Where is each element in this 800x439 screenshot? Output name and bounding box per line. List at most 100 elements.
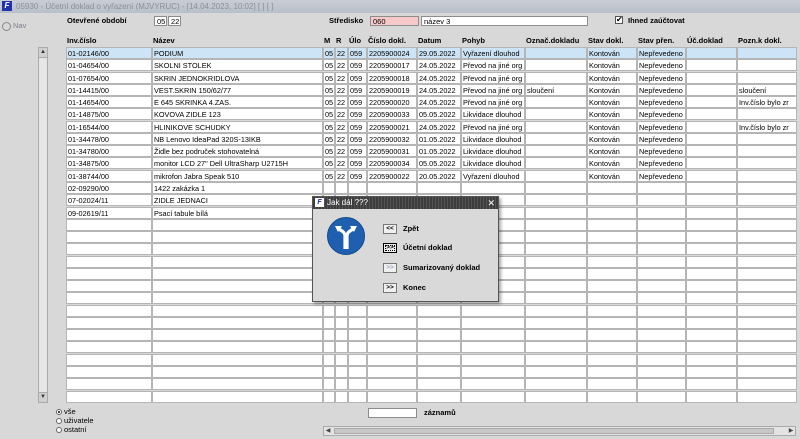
cell-doc-number[interactable]: 2205900020 [367,96,417,109]
cell-movement[interactable]: Vyřazení dlouhod [461,47,525,59]
cell-transfer-state[interactable] [637,231,686,244]
cell-doc-mark[interactable] [525,390,587,403]
cell-doc-mark[interactable] [525,108,587,121]
cell-doc-mark[interactable] [525,120,587,133]
table-row[interactable] [66,316,797,329]
cell-m[interactable]: 05 [323,71,335,84]
cell-ulo[interactable]: 059 [348,145,367,158]
cell-ulo[interactable]: 059 [348,169,367,182]
cell-doc-note[interactable] [737,304,797,317]
cell-doc-state[interactable] [587,341,637,354]
cell-name[interactable]: NB Lenovo IdeaPad 320S-13IKB [152,132,323,145]
summary-doc-button[interactable]: >> [383,263,397,273]
cell-inv-number[interactable] [66,267,152,280]
table-row[interactable] [66,390,797,403]
cell-doc-mark[interactable]: sloučení [525,83,587,96]
cell-transfer-state[interactable]: Nepřevedeno [637,157,686,170]
cell-ulo[interactable] [348,304,367,317]
cell-accounting-doc[interactable] [686,231,737,244]
cell-doc-mark[interactable] [525,280,587,293]
table-row[interactable]: 01-38744/00 mikrofon Jabra Speak 510 05 22 0… [66,169,797,182]
cell-movement[interactable]: Převod na jiné org [461,120,525,133]
cell-m[interactable]: 05 [323,83,335,96]
cell-name[interactable]: SKOLNI STOLEK [152,59,323,72]
cell-doc-note[interactable] [737,206,797,219]
cell-r[interactable]: 22 [335,47,348,59]
cell-name[interactable]: Židle bez područek stohovatelná [152,145,323,158]
table-row[interactable]: 01-07654/00 SKRIN JEDNOKRIDLOVA 05 22 059 220… [66,71,797,84]
cell-doc-note[interactable] [737,108,797,121]
cell-accounting-doc[interactable] [686,83,737,96]
cell-name[interactable]: 1422 zakázka 1 [152,181,323,194]
center-code-field[interactable]: 060 [370,16,419,26]
cell-accounting-doc[interactable] [686,329,737,342]
cell-doc-mark[interactable] [525,267,587,280]
cell-accounting-doc[interactable] [686,341,737,354]
cell-doc-state[interactable] [587,181,637,194]
column-header-transfer-state[interactable]: Stav přen. [638,36,674,46]
cell-r[interactable]: 22 [335,169,348,182]
cell-inv-number[interactable]: 09-02619/11 [66,206,152,219]
cell-m[interactable]: 05 [323,108,335,121]
cell-m[interactable] [323,341,335,354]
cell-ulo[interactable] [348,390,367,403]
close-icon[interactable]: ✕ [487,197,495,209]
column-header-doc-note[interactable]: Pozn.k dokl. [738,36,782,46]
cell-doc-state[interactable]: Kontován [587,157,637,170]
cell-doc-mark[interactable] [525,231,587,244]
cell-inv-number[interactable]: 01-34780/00 [66,145,152,158]
cell-doc-mark[interactable] [525,353,587,366]
cell-inv-number[interactable]: 01-34875/00 [66,157,152,170]
cell-movement[interactable]: Likvidace dlouhod [461,157,525,170]
cell-transfer-state[interactable]: Nepřevedeno [637,108,686,121]
cell-accounting-doc[interactable] [686,366,737,379]
cell-name[interactable] [152,341,323,354]
cell-transfer-state[interactable]: Nepřevedeno [637,169,686,182]
scroll-up-icon[interactable]: ▲ [39,48,47,58]
cell-date[interactable] [417,304,461,317]
cell-accounting-doc[interactable] [686,59,737,72]
cell-transfer-state[interactable] [637,292,686,305]
cell-doc-number[interactable] [367,304,417,317]
cell-doc-note[interactable] [737,231,797,244]
table-row[interactable]: 01-02146/00 PODIUM 05 22 059 2205900024 29.05.… [66,47,797,59]
cell-name[interactable] [152,280,323,293]
cell-ulo[interactable]: 059 [348,47,367,59]
cell-name[interactable]: PODIUM [152,47,323,59]
cell-doc-state[interactable]: Kontován [587,83,637,96]
cell-inv-number[interactable]: 01-16544/00 [66,120,152,133]
cell-transfer-state[interactable] [637,304,686,317]
cell-doc-note[interactable] [737,390,797,403]
cell-r[interactable]: 22 [335,145,348,158]
cell-accounting-doc[interactable] [686,96,737,109]
cell-name[interactable] [152,304,323,317]
cell-doc-note[interactable] [737,255,797,268]
cell-m[interactable] [323,304,335,317]
cell-inv-number[interactable]: 01-14875/00 [66,108,152,121]
cell-doc-state[interactable] [587,280,637,293]
cell-doc-mark[interactable] [525,169,587,182]
cell-name[interactable] [152,316,323,329]
cell-inv-number[interactable] [66,329,152,342]
cell-doc-mark[interactable] [525,292,587,305]
cell-movement[interactable]: Převod na jiné org [461,83,525,96]
cell-r[interactable]: 22 [335,71,348,84]
scroll-left-icon[interactable]: ◀ [324,427,332,435]
table-row[interactable]: 01-14654/00 E 645 SKRINKA 4.ZAS. 05 22 059 22… [66,96,797,109]
cell-accounting-doc[interactable] [686,292,737,305]
cell-movement[interactable] [461,316,525,329]
cell-ulo[interactable] [348,378,367,391]
cell-transfer-state[interactable] [637,181,686,194]
cell-doc-number[interactable] [367,366,417,379]
cell-transfer-state[interactable] [637,255,686,268]
cell-doc-note[interactable] [737,218,797,231]
cell-doc-number[interactable]: 2205900017 [367,59,417,72]
cell-doc-number[interactable] [367,329,417,342]
cell-r[interactable]: 22 [335,96,348,109]
cell-accounting-doc[interactable] [686,194,737,207]
cell-doc-state[interactable] [587,304,637,317]
radio-user[interactable] [56,418,62,424]
cell-doc-note[interactable] [737,132,797,145]
scroll-right-icon[interactable]: ▶ [787,427,795,435]
cell-movement[interactable] [461,341,525,354]
